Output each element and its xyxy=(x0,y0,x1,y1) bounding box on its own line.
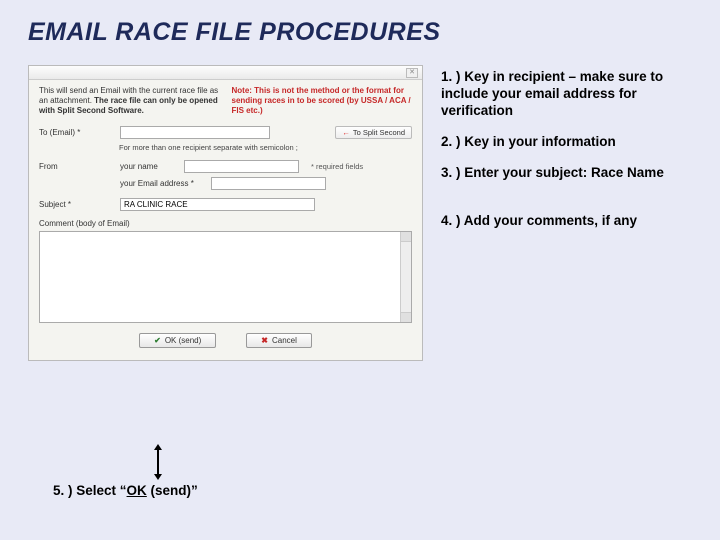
dialog-titlebar: ✕ xyxy=(29,66,422,80)
subject-label: Subject * xyxy=(39,200,114,209)
email-dialog: ✕ This will send an Email with the curre… xyxy=(28,65,423,361)
scrollbar[interactable] xyxy=(400,232,411,322)
to-label: To (Email) * xyxy=(39,128,114,137)
your-name-label: your name xyxy=(120,162,178,171)
to-split-second-button[interactable]: ← To Split Second xyxy=(335,126,412,139)
arrow-down-icon xyxy=(157,448,159,476)
your-email-input[interactable] xyxy=(211,177,326,190)
info-warning: Note: This is not the method or the form… xyxy=(232,86,413,116)
step-1: 1. ) Key in recipient – make sure to inc… xyxy=(441,69,692,120)
to-hint: For more than one recipient separate wit… xyxy=(119,143,412,152)
arrow-left-icon: ← xyxy=(342,128,350,137)
required-hint: * required fields xyxy=(311,162,363,171)
comment-textarea[interactable] xyxy=(39,231,412,323)
subject-input[interactable] xyxy=(120,198,315,211)
x-icon: ✖ xyxy=(261,336,268,345)
comment-label: Comment (body of Email) xyxy=(39,219,412,228)
step-3: 3. ) Enter your subject: Race Name xyxy=(441,165,692,182)
step-5: 5. ) Select “OK (send)” xyxy=(53,483,198,498)
info-left: This will send an Email with the current… xyxy=(39,86,220,116)
step-2: 2. ) Key in your information xyxy=(441,134,692,151)
close-icon[interactable]: ✕ xyxy=(406,68,418,78)
cancel-button[interactable]: ✖ Cancel xyxy=(246,333,312,348)
your-email-label: your Email address * xyxy=(120,179,205,188)
your-name-input[interactable] xyxy=(184,160,299,173)
to-input[interactable] xyxy=(120,126,270,139)
from-label: From xyxy=(39,162,114,171)
check-icon: ✔ xyxy=(154,336,161,345)
instruction-list: 1. ) Key in recipient – make sure to inc… xyxy=(441,65,692,244)
step-4: 4. ) Add your comments, if any xyxy=(441,213,692,230)
page-title: EMAIL RACE FILE PROCEDURES xyxy=(28,18,692,47)
ok-send-button[interactable]: ✔ OK (send) xyxy=(139,333,216,348)
